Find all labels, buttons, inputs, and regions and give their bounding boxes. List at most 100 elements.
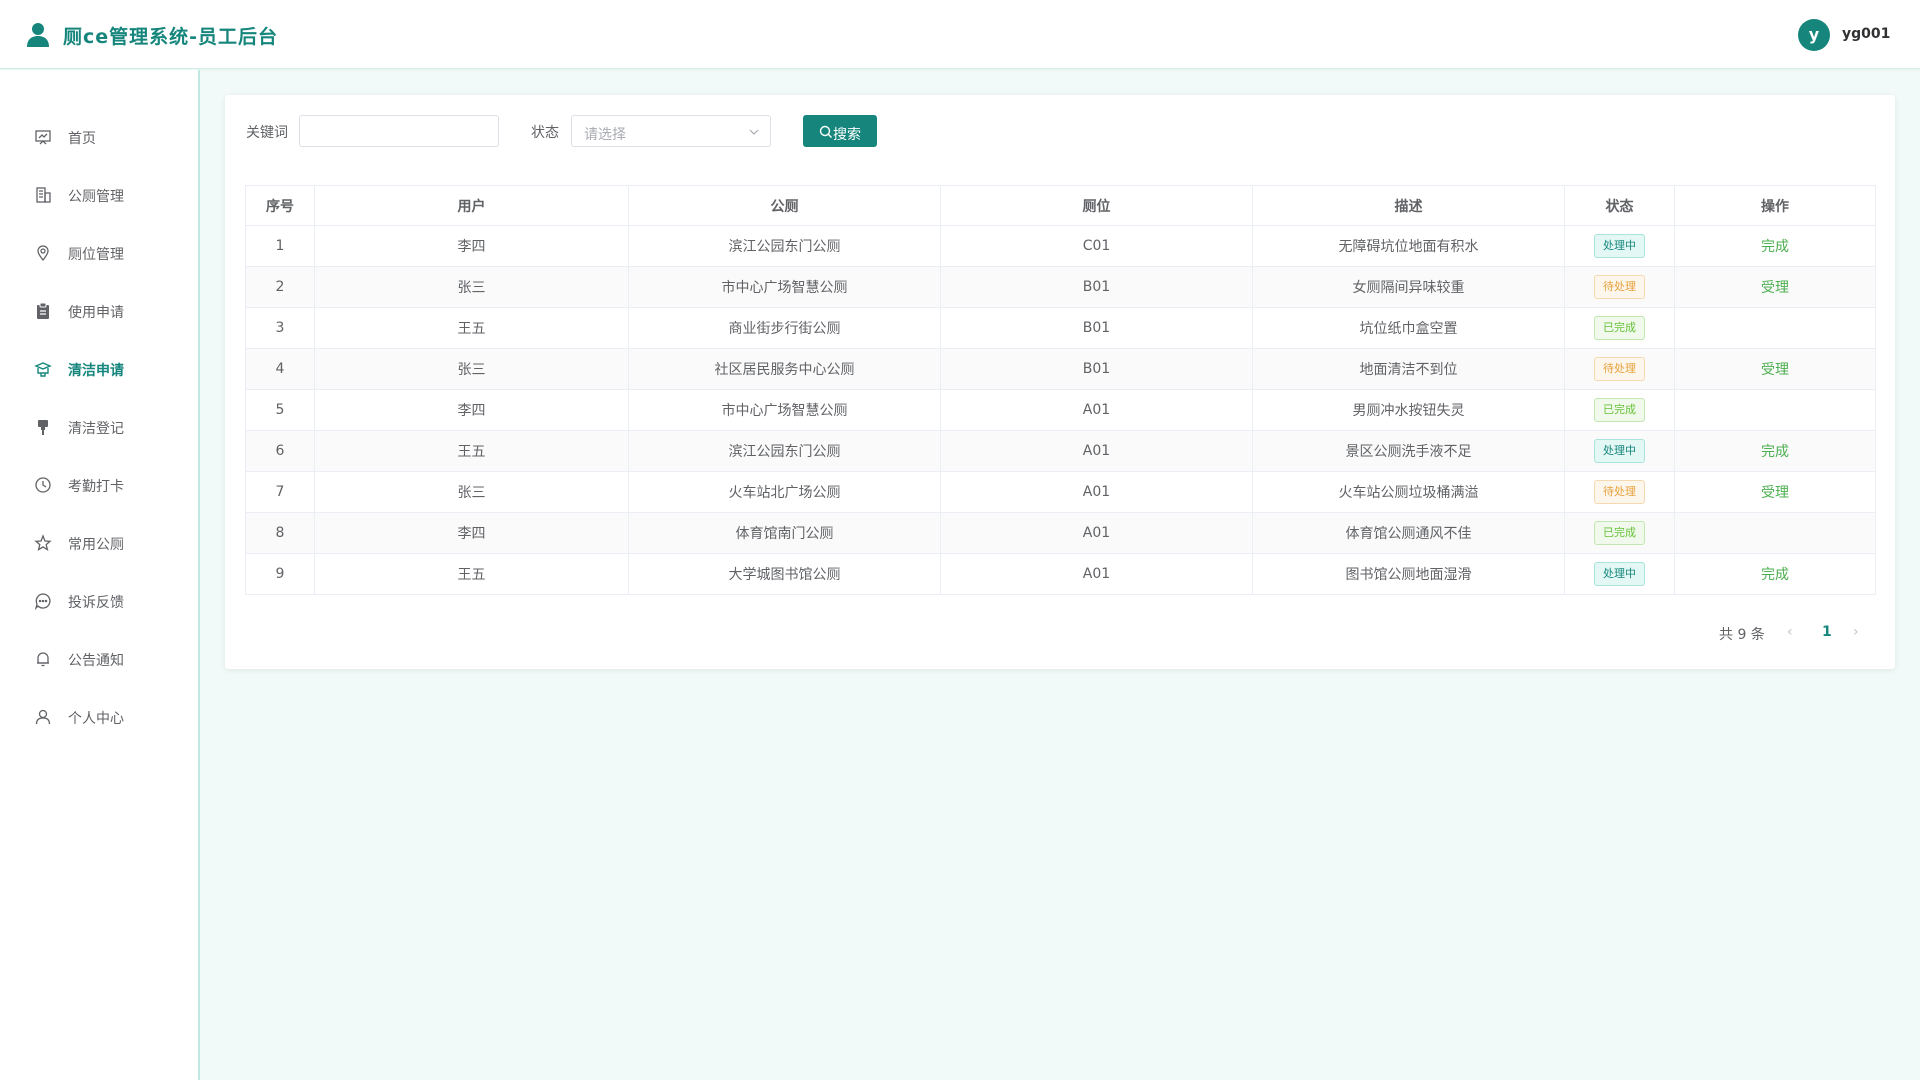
cell-no: 8 [245, 512, 315, 554]
cell-user: 张三 [314, 348, 629, 390]
top-header: 厕ce管理系统-员工后台 y yg001 [0, 0, 1920, 69]
status-badge: 已完成 [1594, 316, 1645, 340]
cell-no: 1 [245, 225, 315, 267]
pagination-total: 共 9 条 [1719, 627, 1765, 643]
accept-link[interactable]: 受理 [1761, 280, 1789, 296]
cell-action: 受理 [1674, 266, 1876, 308]
sidebar-item-cleaning-request[interactable]: 清洁申请 [0, 348, 198, 388]
cell-user: 王五 [314, 307, 629, 349]
cell-no: 2 [245, 266, 315, 308]
cell-status: 待处理 [1564, 266, 1675, 308]
table-row: 9 王五 大学城图书馆公厕 A01 图书馆公厕地面湿滑 处理中 完成 [245, 553, 1876, 595]
sidebar-item-attendance[interactable]: 考勤打卡 [0, 464, 198, 504]
table-row: 3 王五 商业街步行街公厕 B01 坑位纸巾盒空置 已完成 [245, 307, 1876, 349]
sidebar-item-label: 常用公厕 [68, 537, 124, 553]
username[interactable]: yg001 [1842, 26, 1890, 42]
cell-action: 完成 [1674, 225, 1876, 267]
sidebar-item-announcements[interactable]: 公告通知 [0, 638, 198, 678]
complete-link[interactable]: 完成 [1761, 444, 1789, 460]
table-row: 8 李四 体育馆南门公厕 A01 体育馆公厕通风不佳 已完成 [245, 512, 1876, 554]
cell-action [1674, 512, 1876, 554]
cell-description: 无障碍坑位地面有积水 [1252, 225, 1565, 267]
status-badge: 待处理 [1594, 480, 1645, 504]
search-icon [819, 125, 832, 138]
cleaning-icon [34, 362, 52, 377]
column-header-description: 描述 [1252, 185, 1565, 226]
avatar[interactable]: y [1798, 19, 1830, 51]
column-header-toilet: 公厕 [628, 185, 941, 226]
cell-description: 女厕隔间异味较重 [1252, 266, 1565, 308]
table-row: 7 张三 火车站北广场公厕 A01 火车站公厕垃圾桶满溢 待处理 受理 [245, 471, 1876, 513]
cell-stall: A01 [940, 389, 1253, 431]
star-icon [34, 534, 52, 551]
cell-stall: B01 [940, 266, 1253, 308]
cell-toilet: 大学城图书馆公厕 [628, 553, 941, 595]
sidebar-item-favorite-toilets[interactable]: 常用公厕 [0, 522, 198, 562]
dashboard-icon [35, 130, 51, 145]
complete-link[interactable]: 完成 [1761, 239, 1789, 255]
cell-user: 王五 [314, 553, 629, 595]
accept-link[interactable]: 受理 [1761, 362, 1789, 378]
cell-toilet: 市中心广场智慧公厕 [628, 389, 941, 431]
cell-description: 坑位纸巾盒空置 [1252, 307, 1565, 349]
cell-action [1674, 389, 1876, 431]
user-logo-icon [27, 23, 49, 47]
column-header-user: 用户 [314, 185, 629, 226]
search-button[interactable]: 搜索 [803, 115, 877, 147]
sidebar-item-label: 公告通知 [68, 653, 124, 669]
sidebar-item-stall-management[interactable]: 厕位管理 [0, 232, 198, 272]
sidebar-item-usage-request[interactable]: 使用申请 [0, 290, 198, 330]
cell-user: 王五 [314, 430, 629, 472]
cell-stall: A01 [940, 430, 1253, 472]
cell-description: 男厕冲水按钮失灵 [1252, 389, 1565, 431]
table-row: 4 张三 社区居民服务中心公厕 B01 地面清洁不到位 待处理 受理 [245, 348, 1876, 390]
cell-user: 李四 [314, 225, 629, 267]
chat-icon [34, 593, 51, 610]
sidebar-item-label: 投诉反馈 [68, 595, 124, 611]
sidebar-item-profile[interactable]: 个人中心 [0, 696, 198, 736]
table-row: 1 李四 滨江公园东门公厕 C01 无障碍坑位地面有积水 处理中 完成 [245, 225, 1876, 267]
sidebar-item-label: 首页 [68, 131, 96, 147]
cell-toilet: 滨江公园东门公厕 [628, 225, 941, 267]
sidebar-item-complaints[interactable]: 投诉反馈 [0, 580, 198, 620]
cell-stall: B01 [940, 348, 1253, 390]
cell-description: 体育馆公厕通风不佳 [1252, 512, 1565, 554]
cell-no: 7 [245, 471, 315, 513]
cell-no: 6 [245, 430, 315, 472]
complete-link[interactable]: 完成 [1761, 567, 1789, 583]
cell-no: 9 [245, 553, 315, 595]
cell-toilet: 商业街步行街公厕 [628, 307, 941, 349]
cell-stall: B01 [940, 307, 1253, 349]
cell-status: 处理中 [1564, 430, 1675, 472]
accept-link[interactable]: 受理 [1761, 485, 1789, 501]
cell-user: 张三 [314, 266, 629, 308]
cell-stall: C01 [940, 225, 1253, 267]
cell-no: 4 [245, 348, 315, 390]
cleaning-request-table: 序号 用户 公厕 厕位 描述 状态 操作 1 李四 滨江公园东门公厕 C01 无… [245, 185, 1876, 595]
cell-status: 已完成 [1564, 389, 1675, 431]
page-number-current[interactable]: 1 [1822, 624, 1832, 640]
cell-stall: A01 [940, 471, 1253, 513]
cell-status: 待处理 [1564, 348, 1675, 390]
cell-action: 受理 [1674, 348, 1876, 390]
status-select[interactable]: 请选择 [571, 115, 771, 147]
building-icon [36, 187, 51, 203]
cell-toilet: 社区居民服务中心公厕 [628, 348, 941, 390]
sidebar-item-label: 公厕管理 [68, 189, 124, 205]
cell-stall: A01 [940, 553, 1253, 595]
cell-no: 3 [245, 307, 315, 349]
status-badge: 处理中 [1594, 234, 1645, 258]
prev-page-button[interactable]: ‹ [1787, 624, 1793, 640]
status-badge: 已完成 [1594, 521, 1645, 545]
table-row: 6 王五 滨江公园东门公厕 A01 景区公厕洗手液不足 处理中 完成 [245, 430, 1876, 472]
bell-icon [37, 652, 49, 667]
sidebar-item-home[interactable]: 首页 [0, 116, 198, 156]
next-page-button[interactable]: › [1853, 624, 1859, 640]
sidebar-item-label: 厕位管理 [68, 247, 124, 263]
keyword-input[interactable] [299, 115, 499, 147]
sidebar-item-toilet-management[interactable]: 公厕管理 [0, 174, 198, 214]
sidebar-item-cleaning-register[interactable]: 清洁登记 [0, 406, 198, 446]
cell-no: 5 [245, 389, 315, 431]
column-header-status: 状态 [1564, 185, 1675, 226]
cell-action [1674, 307, 1876, 349]
